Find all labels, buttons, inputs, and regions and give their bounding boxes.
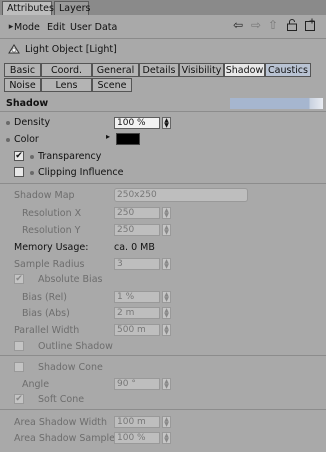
sample-radius-field[interactable]: 3	[114, 258, 160, 270]
tab-visibility[interactable]: Visibility	[179, 63, 224, 77]
soft-cone-checkbox[interactable]: ✔	[14, 394, 24, 404]
menu-edit[interactable]: Edit	[47, 22, 65, 33]
object-title: Light Object [Light]	[25, 44, 117, 55]
attribute-tabs: Basic Coord. General Details Visibility …	[4, 63, 322, 92]
shadow-cone-checkbox[interactable]	[14, 362, 24, 372]
color-label: Color	[14, 134, 39, 145]
shadow-map-dropdown[interactable]: 250x250	[114, 188, 248, 202]
divider	[0, 183, 326, 184]
tab-attributes[interactable]: Attributes	[2, 1, 54, 15]
back-arrow-icon[interactable]: ⇦	[231, 18, 245, 32]
resolution-x-field[interactable]: 250	[114, 207, 160, 219]
animation-dot-icon[interactable]	[30, 171, 34, 175]
density-field[interactable]: 100 %	[114, 117, 160, 129]
parallel-width-field[interactable]: 500 m	[114, 324, 160, 336]
tab-shadow[interactable]: Shadow	[224, 63, 265, 77]
color-swatch[interactable]	[116, 133, 140, 145]
transparency-checkbox[interactable]: ✔	[14, 151, 24, 161]
sample-radius-label: Sample Radius	[14, 259, 85, 270]
absolute-bias-checkbox[interactable]: ✔	[14, 274, 24, 284]
tab-layers[interactable]: Layers	[54, 1, 90, 15]
resolution-y-stepper[interactable]: ▲ ▼	[162, 224, 171, 236]
new-panel-icon[interactable]	[303, 18, 317, 32]
expand-arrow-icon[interactable]: ▸	[106, 132, 110, 141]
tab-caustics[interactable]: Caustics	[265, 63, 311, 77]
menu-mode[interactable]: Mode	[14, 22, 40, 33]
forward-arrow-icon[interactable]: ⇨	[249, 18, 263, 32]
bias-abs-field[interactable]: 2 m	[114, 307, 160, 319]
parallel-width-stepper[interactable]: ▲ ▼	[162, 324, 171, 336]
memory-usage-value: ca. 0 MB	[114, 242, 155, 253]
light-object-icon	[8, 43, 20, 55]
soft-cone-label: Soft Cone	[38, 394, 85, 405]
bias-rel-stepper[interactable]: ▲ ▼	[162, 291, 171, 303]
section-header: Shadow	[0, 96, 326, 110]
section-title: Shadow	[6, 98, 49, 109]
outline-shadow-checkbox[interactable]	[14, 341, 24, 351]
area-shadow-width-label: Area Shadow Width	[14, 417, 107, 428]
bias-abs-label: Bias (Abs)	[22, 308, 70, 319]
area-shadow-samples-label: Area Shadow Samples	[14, 433, 120, 444]
bias-abs-stepper[interactable]: ▲ ▼	[162, 307, 171, 319]
angle-stepper[interactable]: ▲ ▼	[162, 378, 171, 390]
angle-field[interactable]: 90 °	[114, 378, 160, 390]
tab-scene[interactable]: Scene	[92, 78, 132, 92]
resolution-x-label: Resolution X	[22, 208, 82, 219]
area-shadow-width-field[interactable]: 100 m	[114, 416, 160, 428]
transparency-label: Transparency	[38, 151, 102, 162]
menu-bar: ▸ Mode Edit User Data ⇦ ⇨ ⇧	[0, 15, 326, 39]
shadow-map-label: Shadow Map	[14, 190, 75, 201]
resolution-x-stepper[interactable]: ▲ ▼	[162, 207, 171, 219]
menu-user-data[interactable]: User Data	[70, 22, 117, 33]
divider	[0, 409, 326, 410]
object-title-row: Light Object [Light]	[0, 40, 326, 58]
bias-rel-field[interactable]: 1 %	[114, 291, 160, 303]
tab-coord[interactable]: Coord.	[41, 63, 92, 77]
density-label: Density	[14, 117, 51, 128]
lock-icon[interactable]	[285, 18, 299, 32]
resolution-y-label: Resolution Y	[22, 225, 81, 236]
divider	[0, 355, 326, 356]
parallel-width-label: Parallel Width	[14, 325, 80, 336]
shadow-cone-label: Shadow Cone	[38, 362, 103, 373]
animation-dot-icon[interactable]	[6, 138, 10, 142]
sample-radius-stepper[interactable]: ▲ ▼	[162, 258, 171, 270]
clipping-checkbox[interactable]	[14, 167, 24, 177]
outline-shadow-label: Outline Shadow	[38, 341, 113, 352]
density-stepper[interactable]: ▲ ▼	[162, 117, 171, 129]
panel-tab-bar: Attributes Layers	[0, 0, 326, 15]
absolute-bias-label: Absolute Bias	[38, 274, 103, 285]
clipping-label: Clipping Influence	[38, 167, 124, 178]
angle-label: Angle	[22, 379, 50, 390]
bias-rel-label: Bias (Rel)	[22, 292, 68, 303]
area-shadow-samples-field[interactable]: 100 %	[114, 432, 160, 444]
tab-lens[interactable]: Lens	[41, 78, 92, 92]
up-arrow-icon[interactable]: ⇧	[266, 18, 280, 32]
memory-usage-label: Memory Usage:	[14, 242, 89, 253]
area-shadow-width-stepper[interactable]: ▲ ▼	[162, 416, 171, 428]
tab-details[interactable]: Details	[139, 63, 179, 77]
resolution-y-field[interactable]: 250	[114, 224, 160, 236]
area-shadow-samples-stepper[interactable]: ▲ ▼	[162, 432, 171, 444]
divider	[0, 111, 326, 112]
animation-dot-icon[interactable]	[30, 155, 34, 159]
section-bar	[230, 98, 323, 109]
animation-dot-icon[interactable]	[6, 121, 10, 125]
tab-basic[interactable]: Basic	[4, 63, 41, 77]
tab-noise[interactable]: Noise	[4, 78, 41, 92]
tab-general[interactable]: General	[92, 63, 139, 77]
